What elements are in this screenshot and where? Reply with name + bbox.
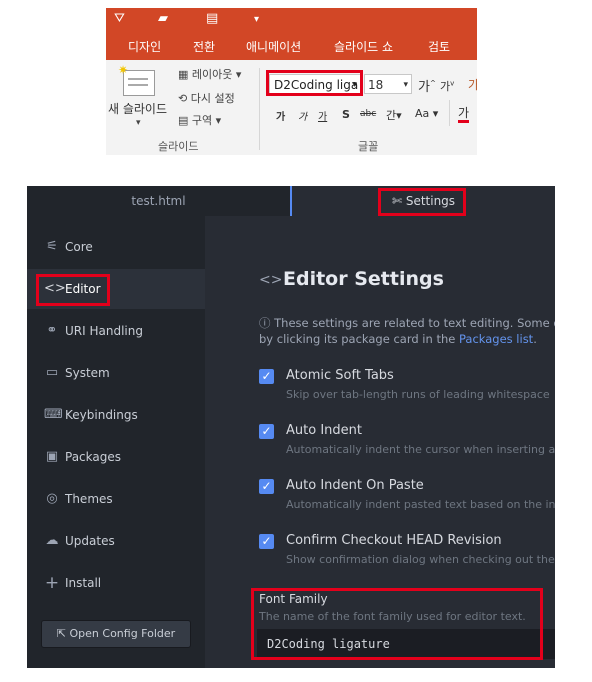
sidebar-item-uri-handling[interactable]: ⚭ URI Handling <box>27 311 205 351</box>
code-icon: <> <box>259 272 283 288</box>
sidebar-item-themes[interactable]: ◎ Themes <box>27 479 205 519</box>
sliders-icon: ⚟ <box>46 239 58 254</box>
sidebar-item-label: Packages <box>65 450 121 464</box>
tab-review[interactable]: 검토 <box>428 38 450 55</box>
layout-button[interactable]: ▦ 레이아웃 ▾ <box>178 66 241 82</box>
section-button[interactable]: ▤ 구역 ▾ <box>178 112 221 128</box>
setting-title: Auto Indent <box>286 423 362 438</box>
underline-button[interactable]: 가 <box>318 108 327 123</box>
shrink-font-label: 가 <box>440 80 451 93</box>
sidebar-item-system[interactable]: ▭ System <box>27 353 205 393</box>
print-preview-icon[interactable]: ▤ <box>206 11 218 26</box>
section-description-line-2: by clicking its package card in the Pack… <box>259 332 537 346</box>
highlight-settings-tab <box>378 188 466 216</box>
section-description: ⓘ These settings are related to text edi… <box>259 315 555 331</box>
description-line-1: These settings are related to text editi… <box>274 316 555 330</box>
group-label-slides: 슬라이드 <box>158 140 199 153</box>
sidebar-item-label: System <box>65 366 110 380</box>
open-folder-icon[interactable]: ▰ <box>158 11 168 26</box>
char-spacing-label: 간 <box>386 109 397 122</box>
open-config-label: Open Config Folder <box>69 627 176 640</box>
section-label: 구역 <box>191 114 213 127</box>
setting-title: Atomic Soft Tabs <box>286 368 394 383</box>
font-size-field[interactable]: 18 ▾ <box>364 74 412 94</box>
reset-button[interactable]: ⟲ 다시 설정 <box>178 90 235 106</box>
sidebar-item-label: Keybindings <box>65 408 138 422</box>
open-config-folder-button[interactable]: ⇱ Open Config Folder <box>41 620 191 648</box>
grow-font-button[interactable]: 가^ <box>418 76 436 95</box>
sidebar-item-packages[interactable]: ▣ Packages <box>27 437 205 477</box>
highlight-editor-item <box>36 274 110 306</box>
highlight-font-family <box>251 588 543 660</box>
sidebar-item-keybindings[interactable]: ⌨ Keybindings <box>27 395 205 435</box>
tab-animations[interactable]: 애니메이션 <box>246 38 301 55</box>
sidebar-item-label: Core <box>65 240 93 254</box>
highlight-font-name <box>266 70 363 96</box>
setting-description: Automatically indent the cursor when ins… <box>286 443 555 456</box>
keyboard-icon: ⌨ <box>44 407 63 422</box>
new-slide-dropdown-icon[interactable]: ▾ <box>136 118 141 128</box>
customize-qat-icon[interactable]: ▾ <box>254 14 259 25</box>
new-slide-button[interactable]: 새 슬라이드 <box>108 100 167 117</box>
tab-test-html[interactable]: test.html <box>27 186 290 216</box>
setting-title: Auto Indent On Paste <box>286 478 424 493</box>
shadow-button[interactable]: S <box>342 108 350 121</box>
sidebar-item-label: URI Handling <box>65 324 143 338</box>
slideshow-icon[interactable]: ⛛ <box>114 11 125 26</box>
group-label-font: 글꼴 <box>358 140 379 153</box>
shrink-font-button[interactable]: 가v <box>440 78 454 94</box>
tab-design[interactable]: 디자인 <box>128 38 161 55</box>
group-divider <box>259 68 260 150</box>
link-icon: ⚭ <box>46 323 58 338</box>
reset-label: 다시 설정 <box>190 92 235 105</box>
cloud-download-icon: ☁ <box>45 533 59 548</box>
sidebar-item-install[interactable]: + Install <box>27 563 205 603</box>
setting-title: Confirm Checkout HEAD Revision <box>286 533 502 548</box>
setting-description: Skip over tab-length runs of leading whi… <box>286 388 550 401</box>
sidebar-item-label: Themes <box>65 492 113 506</box>
quick-access-toolbar: ⛛ ▰ ▤ ▾ <box>106 8 477 32</box>
tab-bar: test.html ✄ Settings <box>27 186 555 216</box>
change-case-button[interactable]: Aa ▾ <box>415 107 438 120</box>
clear-format-icon[interactable]: 가 <box>468 76 477 93</box>
external-link-icon: ⇱ <box>56 627 67 640</box>
monitor-icon: ▭ <box>45 365 59 380</box>
char-spacing-button[interactable]: 간▾ <box>386 107 402 123</box>
sidebar-item-label: Updates <box>65 534 115 548</box>
packages-list-link[interactable]: Packages list <box>459 332 533 346</box>
plus-icon: + <box>44 573 60 593</box>
description-line-2-suffix: . <box>533 332 537 346</box>
setting-description: Show confirmation dialog when checking o… <box>286 553 555 566</box>
setting-description: Automatically indent pasted text based o… <box>286 498 555 511</box>
font-size-value: 18 <box>368 78 384 92</box>
group-divider <box>449 100 450 126</box>
section-title: Editor Settings <box>283 268 444 290</box>
sidebar-item-core[interactable]: ⚟ Core <box>27 227 205 267</box>
auto-indent-on-paste-checkbox[interactable]: ✓ <box>259 479 274 494</box>
italic-button[interactable]: 가 <box>298 108 307 123</box>
tab-transitions[interactable]: 전환 <box>193 38 215 55</box>
confirm-checkout-checkbox[interactable]: ✓ <box>259 534 274 549</box>
new-slide-icon[interactable]: ✷ <box>118 63 155 96</box>
package-icon: ▣ <box>45 449 59 464</box>
change-case-label: Aa <box>415 107 430 120</box>
grow-font-label: 가 <box>418 80 430 95</box>
paintcan-icon: ◎ <box>46 491 58 506</box>
atomic-soft-tabs-checkbox[interactable]: ✓ <box>259 369 274 384</box>
layout-label: 레이아웃 <box>191 68 233 81</box>
font-size-dropdown-icon[interactable]: ▾ <box>403 75 408 95</box>
tab-slideshow[interactable]: 슬라이드 쇼 <box>334 38 393 55</box>
strikethrough-button[interactable]: abc <box>360 109 376 119</box>
font-color-button[interactable]: 가 <box>458 106 470 123</box>
bold-button[interactable]: 가 <box>276 108 285 123</box>
question-icon: ⓘ <box>259 316 271 330</box>
sidebar-item-updates[interactable]: ☁ Updates <box>27 521 205 561</box>
description-line-2-prefix: by clicking its package card in the <box>259 332 459 346</box>
ribbon-tabs: 디자인 전환 애니메이션 슬라이드 쇼 검토 <box>106 32 477 60</box>
sidebar-item-label: Install <box>65 576 102 590</box>
auto-indent-checkbox[interactable]: ✓ <box>259 424 274 439</box>
